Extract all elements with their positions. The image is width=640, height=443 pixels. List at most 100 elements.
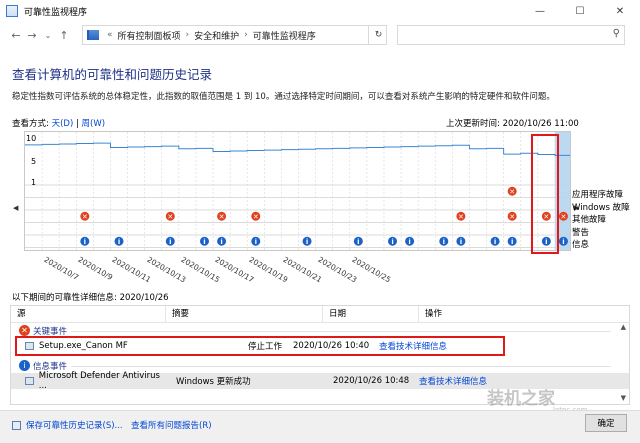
info-event-icon: i [169,238,171,246]
breadcrumb-security[interactable]: 安全和维护 [194,29,239,42]
chart-plot[interactable]: ✕✕ ✕ ✕ ✕ ✕ ✕ ✕ ✕i i i i i i i i i i i i i i i i [24,131,571,251]
breadcrumb-all-items[interactable]: 所有控制面板项 [118,29,181,42]
info-icon: i [19,360,30,371]
row-label-other-fault: 其他故障 [572,215,607,225]
column-header-action[interactable]: 操作 [419,306,609,323]
info-event-icon: i [562,238,564,246]
address-overflow[interactable]: « [107,30,113,40]
recent-dropdown-icon[interactable]: ⌄ [40,31,56,40]
other-fault-error-icon: ✕ [561,213,567,221]
chart-scroll-left-icon[interactable]: ◀ [13,204,18,212]
other-fault-error-icon: ✕ [82,213,88,221]
address-bar[interactable]: « 所有控制面板项 › 安全和维护 › 可靠性监视程序 [82,25,387,45]
info-event-icon: i [443,238,445,246]
breadcrumb-separator: › [185,30,190,40]
view-reports-link[interactable]: 查看所有问题报告(R) [131,419,212,431]
row-label-warning: 警告 [572,227,590,238]
refresh-button[interactable]: ↻ [368,25,388,45]
y-tick-label: 5 [31,157,37,166]
row-label-info: 信息 [572,240,590,250]
y-tick-label: 10 [26,134,37,143]
selected-day-highlight [531,134,559,254]
details-period-label: 以下期间的可靠性详细信息: 2020/10/26 [12,293,169,303]
group-divider [71,366,611,367]
other-fault-error-icon: ✕ [253,213,259,221]
column-header-source[interactable]: 源 [11,305,166,323]
selected-row-highlight [15,336,505,356]
reliability-chart[interactable]: ◀ ▶ ✕ ✕ ✕ ✕ ✕ ✕ ✕ ✕ ✕ i i i i i i i i i i i i i i i i 10 5 1 202… [10,131,582,288]
back-arrow-icon[interactable]: ← [8,29,24,42]
table-header: 源 摘要 日期 操作 [11,305,629,323]
stability-line [25,142,570,156]
info-event-icon: i [84,238,86,246]
info-event-icon: i [118,238,120,246]
breadcrumb-reliability[interactable]: 可靠性监视程序 [253,29,316,42]
info-event-icon: i [306,238,308,246]
close-button[interactable]: ✕ [600,0,640,22]
last-update-time: 上次更新时间: 2020/10/26 11:00 [446,119,579,129]
other-fault-error-icon: ✕ [167,213,173,221]
maximize-button[interactable]: ☐ [560,0,600,22]
save-history-label[interactable]: 保存可靠性历史记录(S)... [26,419,123,431]
navigation-bar: ← → ⌄ ↑ « 所有控制面板项 › 安全和维护 › 可靠性监视程序 ↻ ⚲ [0,22,640,48]
scroll-down-icon[interactable]: ▼ [621,394,626,402]
view-by-label: 查看方式: [12,119,49,129]
row-date: 2020/10/26 10:48 [333,376,410,386]
app-fault-error-icon: ✕ [509,188,515,196]
row-source: Microsoft Defender Antivirus ... [38,371,160,391]
page-description: 稳定性指数可评估系统的总体稳定性，此指数的取值范围是 1 到 10。通过选择特定… [12,92,555,102]
view-weeks-link[interactable]: 周(W) [82,119,106,129]
app-file-icon [25,377,34,385]
ok-button[interactable]: 确定 [585,414,627,432]
minimize-button[interactable]: — [520,0,560,22]
info-event-icon: i [391,238,393,246]
info-event-icon: i [460,238,462,246]
info-event-icon: i [511,238,513,246]
forward-arrow-icon[interactable]: → [24,29,40,42]
title-bar: 可靠性监视程序 — ☐ ✕ [0,0,640,22]
refresh-icon: ↻ [374,30,383,40]
info-event-icon: i [220,238,222,246]
info-event-icon: i [494,238,496,246]
save-icon [12,420,21,430]
group-divider [71,331,611,332]
other-fault-error-icon: ✕ [509,213,515,221]
window-title: 可靠性监视程序 [24,7,88,18]
save-history-link[interactable]: 保存可靠性历史记录(S)... [12,419,123,431]
date-tick-label: 2020/10/25 [350,255,393,285]
row-summary: Windows 更新成功 [176,377,251,387]
breadcrumb-separator: › [244,30,248,40]
search-input[interactable]: ⚲ [397,25,625,45]
control-panel-flag-icon [87,30,99,40]
scroll-up-icon[interactable]: ▲ [621,323,626,331]
column-header-summary[interactable]: 摘要 [166,305,323,323]
view-by: 查看方式: 天(D) | 周(W) [12,117,105,129]
group-title: 信息事件 [33,361,68,372]
info-event-icon: i [408,238,410,246]
view-separator: | [75,119,79,129]
info-event-icon: i [255,238,257,246]
group-info-events[interactable]: i 信息事件 [11,358,629,373]
view-days-link[interactable]: 天(D) [52,119,74,129]
row-label-app-fault: 应用程序故障 [572,190,624,200]
y-tick-label: 1 [31,178,37,187]
window-controls: — ☐ ✕ [520,0,640,22]
search-icon: ⚲ [612,28,620,39]
error-icon: ✕ [19,325,30,336]
column-header-date[interactable]: 日期 [323,305,419,323]
date-tick-label: 2020/10/7 [42,255,81,283]
view-reports-label[interactable]: 查看所有问题报告(R) [131,419,212,431]
watermark: 装机之家 [487,389,555,409]
row-label-windows-fault: Windows 故障 [572,202,630,213]
reliability-monitor-icon [6,5,18,17]
other-fault-error-icon: ✕ [219,213,225,221]
other-fault-error-icon: ✕ [458,213,464,221]
date-tick-label: 2020/10/9 [76,255,115,283]
event-row-labels: 应用程序故障 Windows 故障 其他故障 警告 信息 [572,189,630,252]
page-title: 查看计算机的可靠性和问题历史记录 [12,67,213,82]
up-arrow-icon[interactable]: ↑ [56,29,72,42]
info-event-icon: i [203,238,205,246]
group-title: 关键事件 [33,326,68,337]
info-event-icon: i [357,238,359,246]
footer: 保存可靠性历史记录(S)... 查看所有问题报告(R) 确定 [0,410,640,443]
